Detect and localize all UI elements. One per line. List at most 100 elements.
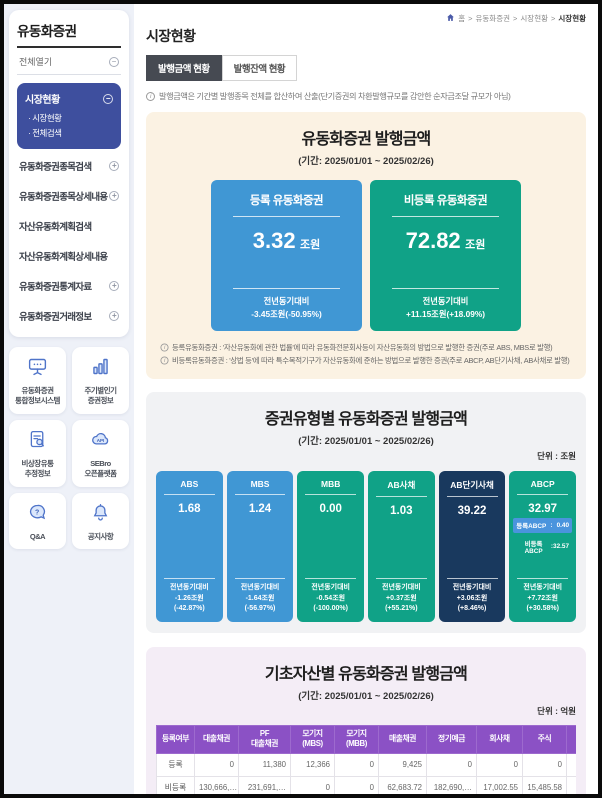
stat-box-ab-stb: AB단기사채 39.22 전년동기대비 +3.06조원 (+8.46%) [439, 471, 506, 622]
stat-value: 32.97 [512, 503, 573, 515]
divider [235, 494, 286, 495]
breadcrumb-item[interactable]: 유동화증권 [476, 13, 511, 24]
table-header-row: 등록여부대출채권 PF 대출채권모기지 (MBS) 모기지 (MBB)매출채권 … [157, 725, 577, 753]
sidebar-item-statistics[interactable]: 유동화증권통계자료 + [17, 271, 121, 301]
divider [376, 496, 427, 497]
tile-label: 주기별인기증권정보 [74, 386, 127, 407]
active-item-label: 시장현황 [25, 91, 60, 106]
stat-value: 1.03 [371, 505, 432, 517]
tile-label: 공지사항 [74, 532, 127, 543]
breadcrumb-item[interactable]: 시장현황 [520, 13, 548, 24]
card-title: 증권유형별 유동화증권 발행금액 [156, 405, 576, 429]
stat-box-ab-bond: AB사채 1.03 전년동기대비 +0.37조원 (+55.21%) [368, 471, 435, 622]
divider [517, 578, 568, 579]
divider [235, 578, 286, 579]
sidebar-item-label: 유동화증권거래정보 [19, 309, 91, 323]
bell-icon [90, 510, 111, 527]
stat-box-abs: ABS 1.68 전년동기대비 -1.26조원 (-42.87%) [156, 471, 223, 622]
tile-integrated-info-system[interactable]: 유동화증권통합정보시스템 [9, 347, 66, 414]
unit-label: 단위 : 조원 [156, 450, 576, 462]
tile-sebro-open-platform[interactable]: API SEBro오픈플랫폼 [72, 420, 129, 487]
divider [164, 578, 215, 579]
stat-name: 비등록 유동화증권 [380, 192, 511, 208]
stat-delta: 전년동기대비 +0.37조원 (+55.21%) [371, 583, 432, 615]
abcp-unregistered-row: 비등록ABCP : 32.57 [513, 536, 572, 558]
sidebar-item-label: 자산유동화계획상세내용 [19, 249, 107, 263]
notice-text: 발행금액은 기간별 발행종목 전체를 합산하여 산출(단기증권의 차환발행규모를… [159, 90, 511, 102]
stat-delta: 전년동기대비 +7.72조원 (+30.58%) [512, 583, 573, 615]
tile-periodic-popular-info[interactable]: 주기별인기증권정보 [72, 347, 129, 414]
stat-name: AB단기사채 [442, 479, 503, 491]
type-breakdown-card: 증권유형별 유동화증권 발행금액 (기간: 2025/01/01 ~ 2025/… [146, 392, 586, 633]
tile-notice[interactable]: 공지사항 [72, 493, 129, 550]
notice-line: i 발행금액은 기간별 발행종목 전체를 합산하여 산출(단기증권의 차환발행규… [146, 90, 586, 102]
stat-value: 0.00 [300, 503, 361, 515]
tab-outstanding-balance[interactable]: 발행잔액 현황 [222, 55, 298, 81]
tile-label: 비상장유통추정정보 [11, 459, 64, 480]
app-window: 유동화증권 전체열기 − 시장현황 − · 시장현황 · 전체검색 유동화증권종… [4, 4, 598, 794]
sidebar-item-security-search[interactable]: 유동화증권종목검색 + [17, 151, 121, 181]
expand-circle-icon[interactable]: + [109, 191, 119, 201]
sidebar-item-trade-info[interactable]: 유동화증권거래정보 + [17, 301, 121, 331]
stat-name: MBS [230, 479, 291, 489]
stat-name: ABS [159, 479, 220, 489]
stat-delta: 전년동기대비 -1.64조원 (-56.97%) [230, 583, 291, 615]
breadcrumb: 홈 > 유동화증권 > 시장현황 > 시장현황 [446, 13, 586, 24]
expand-circle-icon[interactable]: + [109, 281, 119, 291]
tab-bar: 발행금액 현황 발행잔액 현황 [146, 55, 586, 81]
collapse-circle-icon[interactable]: − [103, 94, 113, 104]
breadcrumb-sep: > [468, 14, 472, 23]
sidebar: 유동화증권 전체열기 − 시장현황 − · 시장현황 · 전체검색 유동화증권종… [4, 4, 134, 794]
collapse-circle-icon[interactable]: − [109, 57, 119, 67]
sidebar-item-plan-detail[interactable]: 자산유동화계획상세내용 [17, 241, 121, 271]
submenu-item-market-status[interactable]: · 시장현황 [28, 111, 113, 126]
expand-all-toggle[interactable]: 전체열기 − [17, 48, 121, 75]
tab-issuance-amount[interactable]: 발행금액 현황 [146, 55, 222, 81]
tile-unlisted-estimate-info[interactable]: 비상장유통추정정보 [9, 420, 66, 487]
document-search-icon [27, 437, 48, 454]
svg-text:?: ? [35, 509, 39, 516]
qna-icon: ? [27, 510, 48, 527]
breadcrumb-sep: > [513, 14, 517, 23]
stat-delta: 전년동기대비 +3.06조원 (+8.46%) [442, 583, 503, 615]
unit-label: 단위 : 억원 [156, 705, 576, 717]
shortcut-tiles: 유동화증권통합정보시스템 주기별인기증권정보 [9, 347, 129, 550]
divider [392, 216, 499, 217]
expand-all-label: 전체열기 [19, 55, 52, 68]
divider [305, 494, 356, 495]
sidebar-item-market-status-active[interactable]: 시장현황 − · 시장현황 · 전체검색 [17, 83, 121, 149]
submenu-item-full-search[interactable]: · 전체검색 [28, 126, 113, 141]
screenshot-frame: 유동화증권 전체열기 − 시장현황 − · 시장현황 · 전체검색 유동화증권종… [0, 0, 602, 798]
footnote-text: 등록유동화증권 : '자산유동화에 관한 법률'에 따라 유동화전문회사등이 자… [172, 342, 552, 355]
stat-name: ABCP [512, 479, 573, 489]
card-period: (기간: 2025/01/01 ~ 2025/02/26) [156, 433, 576, 447]
stat-box-mbb: MBB 0.00 전년동기대비 -0.54조원 (-100.00%) [297, 471, 364, 622]
sidebar-item-label: 자산유동화계획검색 [19, 219, 91, 233]
asset-breakdown-card: 기초자산별 유동화증권 발행금액 (기간: 2025/01/01 ~ 2025/… [146, 647, 586, 794]
stat-delta: 전년동기대비 -1.26조원 (-42.87%) [159, 583, 220, 615]
divider [233, 288, 340, 289]
table-row: 비등록130,666,… 231,691,…0 062,683.72 182,6… [157, 776, 577, 794]
sidebar-title: 유동화증권 [17, 20, 121, 48]
breadcrumb-home[interactable]: 홈 [458, 13, 465, 24]
tile-qna[interactable]: ? Q&A [9, 493, 66, 550]
stat-name: MBB [300, 479, 361, 489]
expand-circle-icon[interactable]: + [109, 311, 119, 321]
home-icon[interactable] [446, 13, 455, 24]
expand-circle-icon[interactable]: + [109, 161, 119, 171]
breadcrumb-current: 시장현황 [558, 13, 586, 24]
stat-value: 3.32 조원 [221, 228, 352, 254]
stat-box-unregistered: 비등록 유동화증권 72.82 조원 전년동기대비 +11.15조원(+18.0… [370, 180, 521, 331]
stat-box-abcp: ABCP 32.97 등록ABCP : 0.40 비등록ABCP : 32.57 [509, 471, 576, 622]
sidebar-item-plan-search[interactable]: 자산유동화계획검색 [17, 211, 121, 241]
stat-value: 72.82 조원 [380, 228, 511, 254]
asset-table: 등록여부대출채권 PF 대출채권모기지 (MBS) 모기지 (MBB)매출채권 … [156, 725, 576, 794]
tile-label: SEBro오픈플랫폼 [74, 459, 127, 480]
stat-name: 등록 유동화증권 [221, 192, 352, 208]
stat-box-registered: 등록 유동화증권 3.32 조원 전년동기대비 -3.45조원(-50.95%) [211, 180, 362, 331]
divider [447, 578, 498, 579]
sidebar-item-security-detail[interactable]: 유동화증권종목상세내용 + [17, 181, 121, 211]
type-boxes: ABS 1.68 전년동기대비 -1.26조원 (-42.87%) MBS 1.… [156, 471, 576, 622]
board-icon [27, 364, 48, 381]
stat-delta: 전년동기대비 +11.15조원(+18.09%) [380, 295, 511, 321]
